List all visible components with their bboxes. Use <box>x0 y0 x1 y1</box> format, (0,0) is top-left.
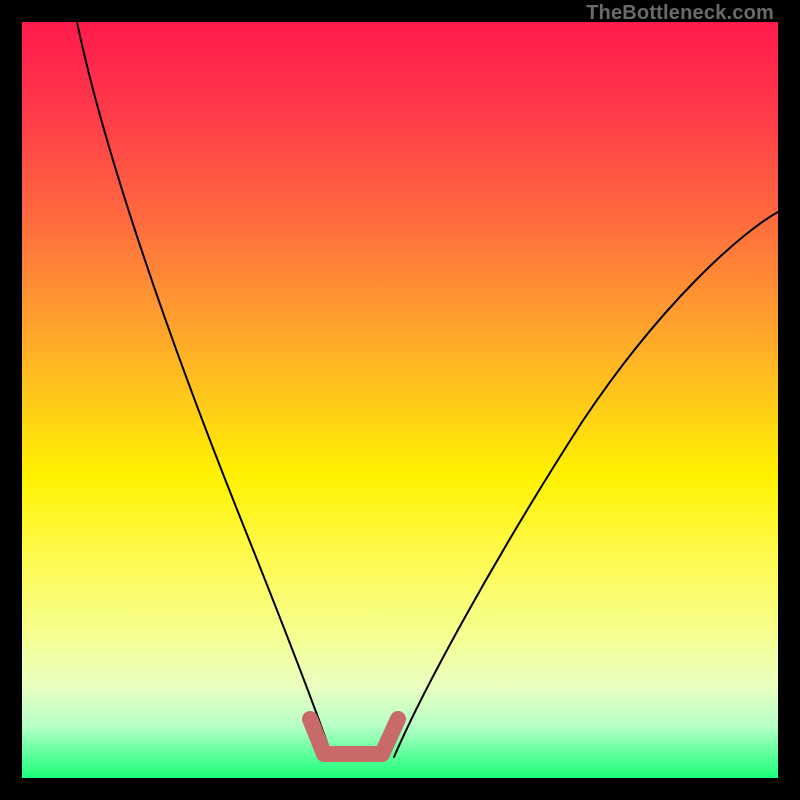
right-curve <box>394 212 778 757</box>
left-curve <box>77 22 332 757</box>
bottom-highlight <box>310 719 398 754</box>
chart-frame: TheBottleneck.com <box>0 0 800 800</box>
chart-svg <box>22 22 778 778</box>
